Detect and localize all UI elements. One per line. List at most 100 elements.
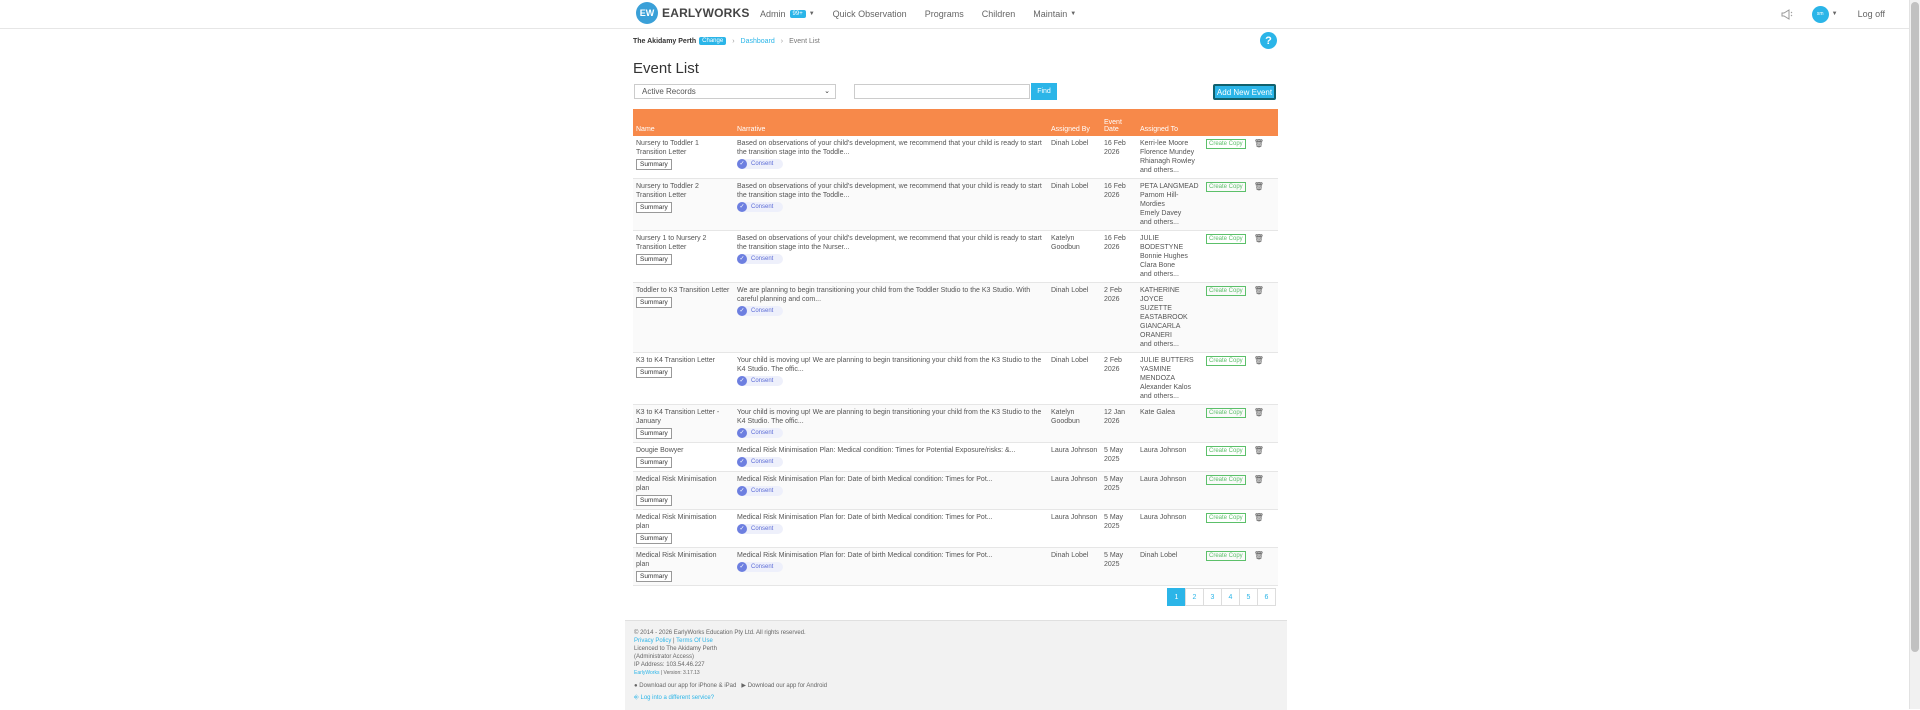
assigned-to-name: Rhianagh Rowley [1140, 158, 1195, 165]
create-copy-button[interactable]: Create Copy [1206, 446, 1246, 456]
summary-button[interactable]: Summary [636, 367, 672, 378]
page-button[interactable]: 1 [1167, 588, 1186, 606]
help-icon[interactable]: ? [1260, 32, 1277, 49]
avatar[interactable]: sm [1811, 5, 1829, 23]
change-site-button[interactable]: Change [699, 37, 727, 45]
breadcrumb-dashboard-link[interactable]: Dashboard [741, 38, 775, 45]
create-copy-button[interactable]: Create Copy [1206, 286, 1246, 296]
consent-label: Consent [751, 255, 774, 262]
create-copy-button[interactable]: Create Copy [1206, 551, 1246, 561]
megaphone-icon[interactable] [1780, 7, 1794, 21]
nav-item-quick-observation[interactable]: Quick Observation [833, 9, 907, 19]
consent-badge[interactable]: ✓ Consent [737, 457, 784, 467]
find-button[interactable]: Find [1031, 83, 1057, 100]
chevron-down-icon[interactable]: ▼ [1832, 11, 1838, 17]
consent-badge[interactable]: ✓ Consent [737, 524, 784, 534]
event-name[interactable]: Nursery 1 to Nursery 2 Transition Letter [636, 234, 731, 252]
column-header-assigned-by[interactable]: Assigned By [1048, 109, 1101, 136]
trash-icon[interactable]: 🗑 [1254, 234, 1264, 243]
nav-item-programs[interactable]: Programs [925, 9, 964, 19]
consent-badge[interactable]: ✓ Consent [737, 254, 784, 264]
event-name[interactable]: Toddler to K3 Transition Letter [636, 286, 731, 295]
consent-badge[interactable]: ✓ Consent [737, 306, 784, 316]
create-copy-button[interactable]: Create Copy [1206, 408, 1246, 418]
consent-badge[interactable]: ✓ Consent [737, 562, 784, 572]
trash-icon[interactable]: 🗑 [1254, 139, 1264, 148]
column-header-event-date[interactable]: Event Date [1101, 109, 1137, 136]
event-name[interactable]: Medical Risk Minimisation plan [636, 513, 731, 531]
page-button[interactable]: 4 [1221, 588, 1240, 606]
table-row[interactable]: Nursery to Toddler 1 Transition Letter S… [633, 136, 1278, 179]
consent-badge[interactable]: ✓ Consent [737, 428, 784, 438]
create-copy-button[interactable]: Create Copy [1206, 182, 1246, 192]
consent-badge[interactable]: ✓ Consent [737, 159, 784, 169]
summary-button[interactable]: Summary [636, 495, 672, 506]
event-name[interactable]: Dougie Bowyer [636, 446, 731, 455]
page-button[interactable]: 5 [1239, 588, 1258, 606]
summary-button[interactable]: Summary [636, 457, 672, 468]
page-button[interactable]: 3 [1203, 588, 1222, 606]
nav-item-admin[interactable]: Admin 99+ ▼ [760, 9, 815, 19]
table-row[interactable]: Nursery 1 to Nursery 2 Transition Letter… [633, 230, 1278, 283]
record-filter-select[interactable]: Active Records ⌄ [634, 84, 836, 99]
assigned-to-name: Parnom Hill- [1140, 192, 1179, 199]
page-button[interactable]: 2 [1185, 588, 1204, 606]
version-brand-link[interactable]: EarlyWorks [634, 670, 659, 676]
event-name[interactable]: Medical Risk Minimisation plan [636, 551, 731, 569]
page-button[interactable]: 6 [1257, 588, 1276, 606]
trash-icon[interactable]: 🗑 [1254, 551, 1264, 560]
event-name[interactable]: K3 to K4 Transition Letter - January [636, 408, 731, 426]
terms-link[interactable]: Terms Of Use [676, 638, 713, 644]
privacy-policy-link[interactable]: Privacy Policy [634, 638, 671, 644]
table-row[interactable]: K3 to K4 Transition Letter Summary Your … [633, 352, 1278, 405]
trash-icon[interactable]: 🗑 [1254, 286, 1264, 295]
assigned-to-name: KATHERINE JOYCE [1140, 287, 1180, 303]
table-row[interactable]: Medical Risk Minimisation plan Summary M… [633, 509, 1278, 548]
create-copy-button[interactable]: Create Copy [1206, 234, 1246, 244]
consent-badge[interactable]: ✓ Consent [737, 376, 784, 386]
table-row[interactable]: Toddler to K3 Transition Letter Summary … [633, 282, 1278, 353]
event-name[interactable]: Nursery to Toddler 2 Transition Letter [636, 182, 731, 200]
trash-icon[interactable]: 🗑 [1254, 182, 1264, 191]
event-name[interactable]: Nursery to Toddler 1 Transition Letter [636, 139, 731, 157]
column-header-narrative[interactable]: Narrative [734, 109, 1048, 136]
table-row[interactable]: Dougie Bowyer Summary Medical Risk Minim… [633, 442, 1278, 472]
add-new-event-button[interactable]: Add New Event [1213, 84, 1276, 100]
scrollbar-thumb[interactable] [1911, 2, 1919, 652]
create-copy-button[interactable]: Create Copy [1206, 356, 1246, 366]
login-other-service-link[interactable]: Log into a different service? [640, 695, 714, 701]
earlyworks-logo[interactable]: EW EARLYWORKS [636, 2, 750, 24]
summary-button[interactable]: Summary [636, 533, 672, 544]
nav-item-children[interactable]: Children [982, 9, 1016, 19]
create-copy-button[interactable]: Create Copy [1206, 139, 1246, 149]
column-header-name[interactable]: Name [633, 109, 734, 136]
log-off-link[interactable]: Log off [1858, 9, 1885, 19]
event-name[interactable]: K3 to K4 Transition Letter [636, 356, 731, 365]
create-copy-button[interactable]: Create Copy [1206, 513, 1246, 523]
scrollbar[interactable] [1909, 0, 1920, 709]
table-row[interactable]: Medical Risk Minimisation plan Summary M… [633, 471, 1278, 510]
create-copy-button[interactable]: Create Copy [1206, 475, 1246, 485]
trash-icon[interactable]: 🗑 [1254, 446, 1264, 455]
trash-icon[interactable]: 🗑 [1254, 475, 1264, 484]
summary-button[interactable]: Summary [636, 159, 672, 170]
trash-icon[interactable]: 🗑 [1254, 513, 1264, 522]
summary-button[interactable]: Summary [636, 428, 672, 439]
event-name[interactable]: Medical Risk Minimisation plan [636, 475, 731, 493]
android-app-link[interactable]: Download our app for Android [748, 683, 827, 689]
ios-app-link[interactable]: Download our app for iPhone & iPad [639, 683, 736, 689]
summary-button[interactable]: Summary [636, 202, 672, 213]
summary-button[interactable]: Summary [636, 571, 672, 582]
search-input[interactable] [854, 84, 1030, 99]
summary-button[interactable]: Summary [636, 254, 672, 265]
trash-icon[interactable]: 🗑 [1254, 408, 1264, 417]
consent-badge[interactable]: ✓ Consent [737, 486, 784, 496]
table-row[interactable]: Medical Risk Minimisation plan Summary M… [633, 547, 1278, 586]
nav-item-maintain[interactable]: Maintain ▼ [1033, 9, 1076, 19]
trash-icon[interactable]: 🗑 [1254, 356, 1264, 365]
summary-button[interactable]: Summary [636, 297, 672, 308]
table-row[interactable]: Nursery to Toddler 2 Transition Letter S… [633, 178, 1278, 231]
table-row[interactable]: K3 to K4 Transition Letter - January Sum… [633, 404, 1278, 443]
column-header-assigned-to[interactable]: Assigned To [1137, 109, 1203, 136]
consent-badge[interactable]: ✓ Consent [737, 202, 784, 212]
